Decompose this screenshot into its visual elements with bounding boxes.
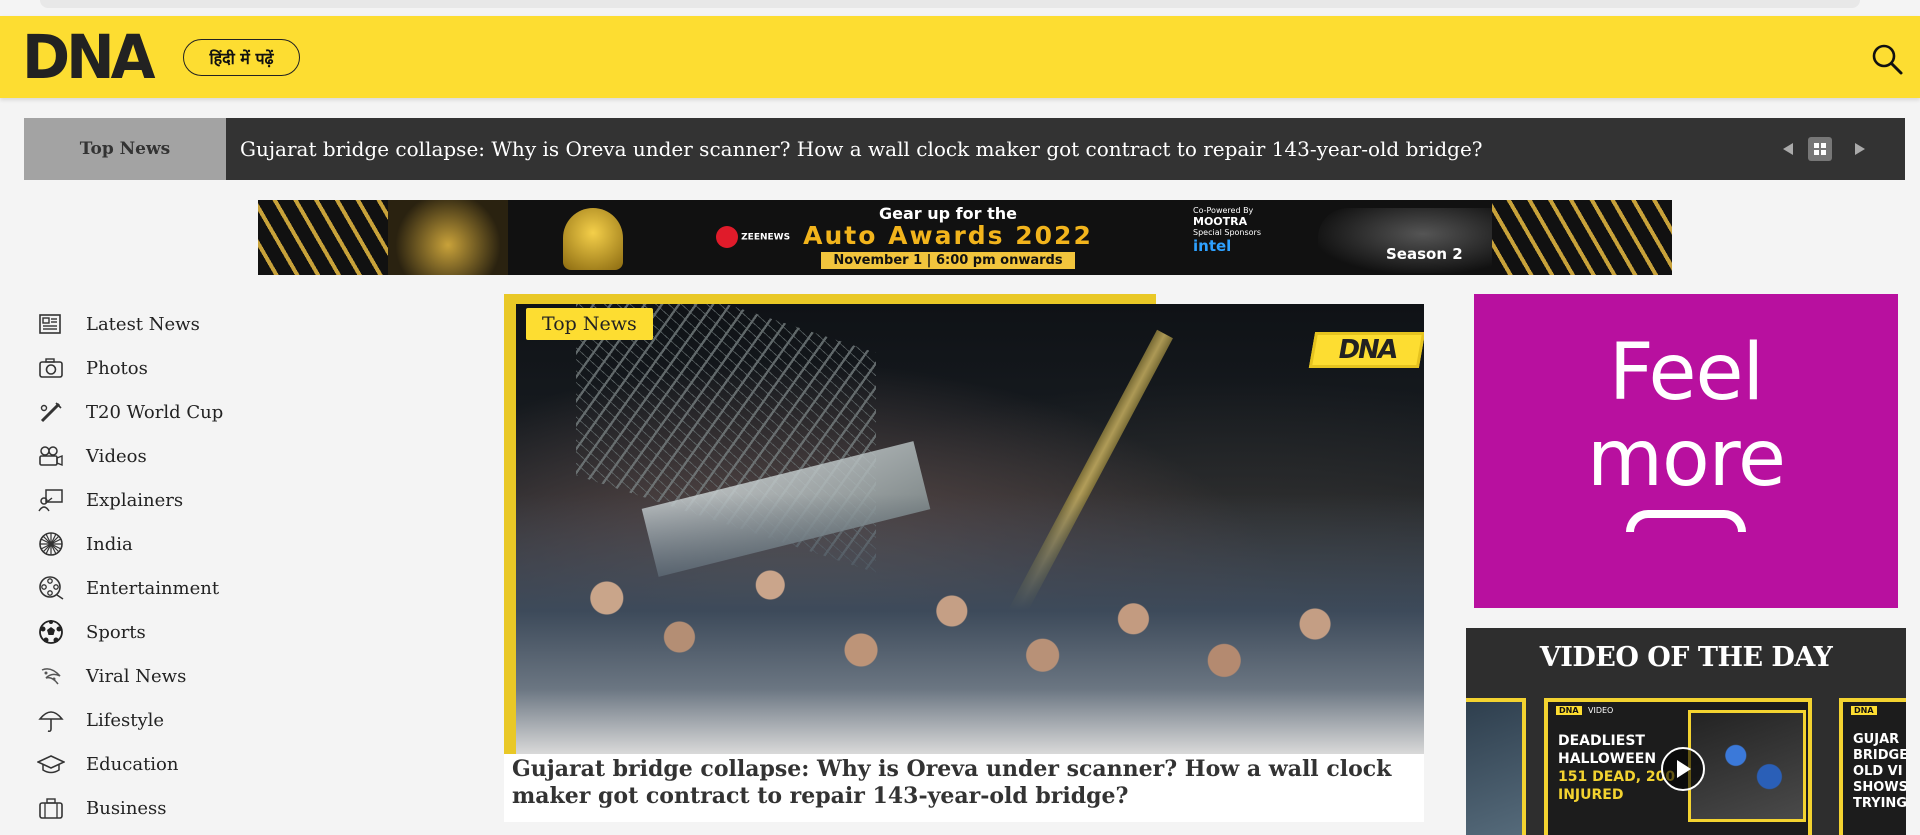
ad-partial-glyph xyxy=(1626,510,1746,532)
sidebar-item-india[interactable]: India xyxy=(36,522,276,566)
browser-top-strip xyxy=(0,0,1920,16)
vod-title: VIDEO OF THE DAY xyxy=(1539,642,1833,673)
ticker-label: Top News xyxy=(24,118,226,180)
banner-season: Season 2 xyxy=(1386,245,1463,263)
video-card-title: DEADLIEST HALLOWEEN 151 DEAD, 200 INJURE… xyxy=(1558,733,1676,803)
sidebar-item-entertainment[interactable]: Entertainment xyxy=(36,566,276,610)
category-sidebar: Latest News Photos T20 World Cup Videos … xyxy=(36,302,276,830)
sidebar-item-label: Entertainment xyxy=(86,577,220,599)
sidebar-item-label: Latest News xyxy=(86,313,200,335)
sidebar-item-label: Business xyxy=(86,797,167,819)
hindi-language-button[interactable]: हिंदी में पढ़ें xyxy=(183,39,300,76)
video-camera-icon xyxy=(36,443,66,469)
sidebar-item-latest-news[interactable]: Latest News xyxy=(36,302,276,346)
sidebar-item-label: Explainers xyxy=(86,489,184,511)
ticker-prev-icon[interactable] xyxy=(1776,137,1800,161)
cricket-bat-icon xyxy=(36,399,66,425)
rescue-crowd xyxy=(516,494,1424,754)
trophy-icon xyxy=(563,208,623,270)
dna-logo[interactable]: DNA xyxy=(22,27,156,88)
sidebar-item-business[interactable]: Business xyxy=(36,786,276,830)
ad-line-2: more xyxy=(1586,414,1786,504)
graduation-cap-icon xyxy=(36,751,66,777)
hero-frame-left xyxy=(504,294,516,754)
video-card-dna-tag: DNA xyxy=(1851,706,1877,715)
ticker-headline[interactable]: Gujarat bridge collapse: Why is Oreva un… xyxy=(240,118,1483,180)
top-news-ticker: Top News Gujarat bridge collapse: Why is… xyxy=(24,118,1905,180)
play-icon[interactable] xyxy=(1661,747,1705,791)
presenter-icon xyxy=(36,487,66,513)
umbrella-icon xyxy=(36,707,66,733)
video-card-halloween[interactable]: DNA VIDEO DEADLIEST HALLOWEEN 151 DEAD, … xyxy=(1544,698,1812,835)
video-of-the-day: VIDEO OF THE DAY DNA VIDEO DEADLIEST HAL… xyxy=(1466,628,1906,835)
viral-icon xyxy=(36,663,66,689)
banner-stripes-right xyxy=(1492,200,1672,275)
sidebar-item-label: Sports xyxy=(86,621,146,643)
sidebar-item-label: Education xyxy=(86,753,179,775)
sidebar-item-t20-world-cup[interactable]: T20 World Cup xyxy=(36,390,276,434)
video-card-thumbnail xyxy=(1688,710,1806,822)
motorcycle-image xyxy=(388,200,508,275)
search-icon[interactable] xyxy=(1870,42,1904,76)
briefcase-icon xyxy=(36,795,66,821)
camera-icon xyxy=(36,355,66,381)
ashoka-chakra-icon xyxy=(36,531,66,557)
hero-frame-top xyxy=(504,294,1156,304)
banner-sponsors: Co-Powered By MOOTRA Special Sponsors in… xyxy=(1193,206,1262,255)
video-card-prev[interactable] xyxy=(1466,698,1526,835)
hero-image[interactable]: DNA xyxy=(516,304,1424,754)
hero-category-tag[interactable]: Top News xyxy=(526,308,653,340)
browser-bar xyxy=(40,0,1860,8)
sidebar-item-label: India xyxy=(86,533,133,555)
auto-awards-banner-ad[interactable]: ZEENEWS Gear up for the Auto Awards 2022… xyxy=(258,200,1672,275)
sidebar-item-label: Viral News xyxy=(86,665,187,687)
video-card-next[interactable]: DNA GUJAR BRIDGE OLD VI SHOWS TRYING xyxy=(1839,698,1906,835)
video-card-label: VIDEO xyxy=(1588,706,1614,715)
ticker-next-icon[interactable] xyxy=(1848,137,1872,161)
hero-story[interactable]: DNA Top News Gujarat bridge collapse: Wh… xyxy=(504,294,1424,822)
sidebar-item-label: Photos xyxy=(86,357,148,379)
ticker-pause-icon[interactable] xyxy=(1808,137,1832,161)
film-reel-icon xyxy=(36,575,66,601)
sidebar-item-explainers[interactable]: Explainers xyxy=(36,478,276,522)
sidebar-item-education[interactable]: Education xyxy=(36,742,276,786)
sidebar-item-photos[interactable]: Photos xyxy=(36,346,276,390)
sidebar-item-videos[interactable]: Videos xyxy=(36,434,276,478)
feel-more-ad[interactable]: Feel more xyxy=(1474,294,1898,608)
dna-watermark: DNA xyxy=(1308,332,1424,368)
video-card-title: GUJAR BRIDGE OLD VI SHOWS TRYING xyxy=(1853,732,1906,811)
football-icon xyxy=(36,619,66,645)
sidebar-item-label: T20 World Cup xyxy=(86,401,224,423)
site-header: DNA हिंदी में पढ़ें xyxy=(0,16,1920,98)
newspaper-icon xyxy=(36,311,66,337)
video-card-dna-tag: DNA xyxy=(1556,706,1582,715)
sidebar-item-viral-news[interactable]: Viral News xyxy=(36,654,276,698)
ad-line-1: Feel xyxy=(1608,328,1764,418)
sidebar-item-label: Lifestyle xyxy=(86,709,165,731)
banner-text: Gear up for the Auto Awards 2022 Novembe… xyxy=(803,204,1093,269)
sidebar-item-label: Videos xyxy=(86,445,147,467)
hero-headline[interactable]: Gujarat bridge collapse: Why is Oreva un… xyxy=(504,754,1424,822)
sidebar-item-sports[interactable]: Sports xyxy=(36,610,276,654)
sidebar-item-lifestyle[interactable]: Lifestyle xyxy=(36,698,276,742)
